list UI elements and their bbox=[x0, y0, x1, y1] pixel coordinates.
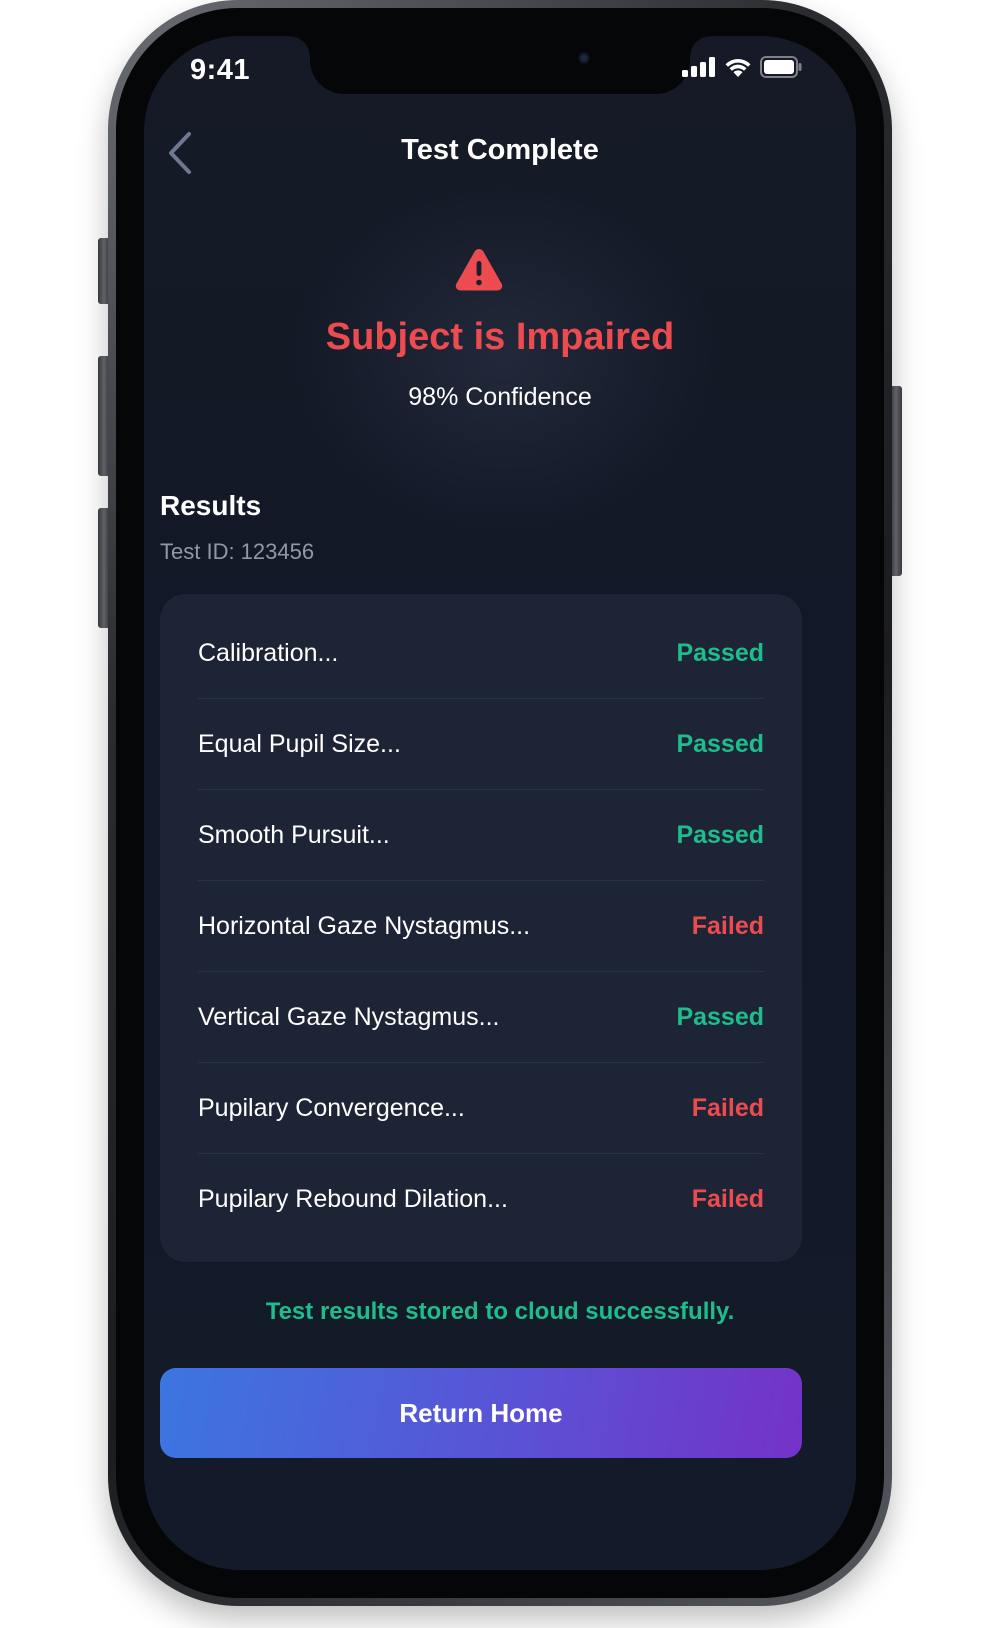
camera-icon bbox=[578, 52, 590, 64]
confidence-label: 98% Confidence bbox=[408, 383, 592, 411]
result-label: Pupilary Convergence... bbox=[198, 1093, 465, 1122]
cellular-signal-icon bbox=[682, 57, 715, 77]
test-id: Test ID: 123456 bbox=[160, 539, 315, 564]
result-row: Horizontal Gaze Nystagmus... Failed bbox=[198, 881, 764, 972]
result-label: Smooth Pursuit... bbox=[198, 820, 390, 849]
result-status-badge: Passed bbox=[676, 638, 764, 667]
result-status-badge: Failed bbox=[691, 911, 764, 940]
results-card: Calibration... Passed Equal Pupil Size..… bbox=[160, 594, 802, 1262]
app-screen: 9:41 Test Complete Subject is Impaired 9… bbox=[144, 36, 856, 1570]
warning-triangle-icon bbox=[455, 249, 503, 291]
wifi-icon bbox=[725, 58, 751, 77]
battery-icon bbox=[760, 56, 802, 78]
result-status-badge: Passed bbox=[676, 820, 764, 849]
result-row: Calibration... Passed bbox=[198, 608, 764, 699]
result-status-badge: Passed bbox=[676, 1002, 764, 1031]
result-label: Vertical Gaze Nystagmus... bbox=[198, 1002, 500, 1031]
page-title: Test Complete bbox=[401, 134, 599, 166]
result-label: Calibration... bbox=[198, 638, 339, 667]
result-label: Horizontal Gaze Nystagmus... bbox=[198, 911, 531, 940]
results-heading: Results bbox=[160, 490, 262, 521]
result-status-badge: Failed bbox=[691, 1093, 764, 1122]
device-mockup: 9:41 Test Complete Subject is Impaired 9… bbox=[0, 0, 1000, 1628]
return-home-button[interactable]: Return Home bbox=[160, 1368, 802, 1458]
notch bbox=[290, 36, 710, 94]
cloud-sync-message: Test results stored to cloud successfull… bbox=[265, 1298, 735, 1325]
result-row: Pupilary Convergence... Failed bbox=[198, 1063, 764, 1154]
status-icons bbox=[682, 56, 802, 78]
result-status-badge: Passed bbox=[676, 729, 764, 758]
result-row: Pupilary Rebound Dilation... Failed bbox=[198, 1154, 764, 1245]
home-indicator bbox=[374, 1550, 626, 1556]
result-row: Equal Pupil Size... Passed bbox=[198, 699, 764, 790]
result-row: Vertical Gaze Nystagmus... Passed bbox=[198, 972, 764, 1063]
result-row: Smooth Pursuit... Passed bbox=[198, 790, 764, 881]
result-label: Equal Pupil Size... bbox=[198, 729, 401, 758]
status-time: 9:41 bbox=[190, 54, 251, 86]
result-label: Pupilary Rebound Dilation... bbox=[198, 1185, 508, 1213]
result-status-badge: Failed bbox=[691, 1185, 764, 1213]
verdict-headline: Subject is Impaired bbox=[325, 316, 675, 358]
